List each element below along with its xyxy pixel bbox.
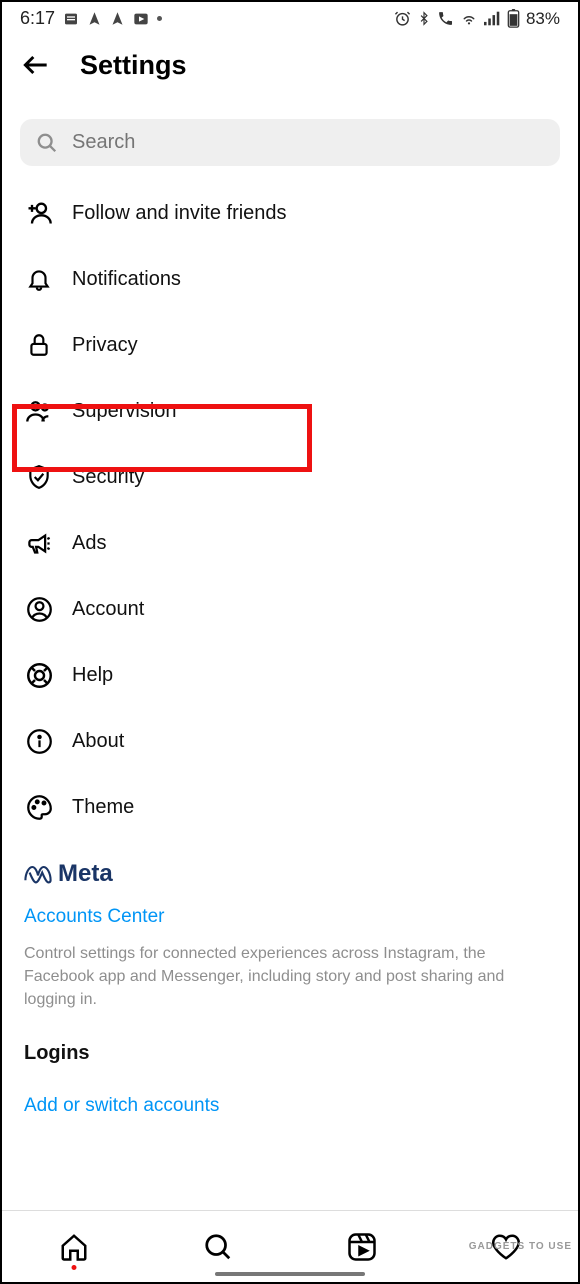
megaphone-icon [24, 528, 54, 558]
app-frame: { "status": { "time": "6:17", "battery":… [0, 0, 580, 1284]
settings-item-label: Help [72, 664, 113, 687]
nav-home-badge [72, 1265, 77, 1270]
settings-security[interactable]: Security [2, 444, 578, 510]
accounts-center-link[interactable]: Accounts Center [24, 906, 556, 928]
settings-item-label: Theme [72, 796, 134, 819]
settings-item-label: Ads [72, 532, 106, 555]
notif-overflow-dot [157, 16, 162, 21]
notif-icon-1 [63, 11, 79, 27]
meta-section: Meta Accounts Center Control settings fo… [2, 840, 578, 1012]
info-icon [24, 726, 54, 756]
settings-item-label: Privacy [72, 334, 138, 357]
settings-supervision[interactable]: Supervision [2, 378, 578, 444]
settings-item-label: Supervision [72, 400, 177, 423]
settings-about[interactable]: About [2, 708, 578, 774]
settings-privacy[interactable]: Privacy [2, 312, 578, 378]
palette-icon [24, 792, 54, 822]
settings-account[interactable]: Account [2, 576, 578, 642]
status-time: 6:17 [20, 8, 55, 29]
notif-icon-4 [133, 12, 149, 26]
settings-item-label: Account [72, 598, 144, 621]
settings-item-label: Notifications [72, 268, 181, 291]
search-bar[interactable] [20, 119, 560, 166]
search-icon [36, 132, 58, 154]
battery-icon [507, 9, 520, 28]
signal-icon [484, 11, 501, 26]
settings-notifications[interactable]: Notifications [2, 246, 578, 312]
settings-list: Follow and invite friends Notifications … [2, 180, 578, 840]
notif-icon-2 [87, 11, 102, 26]
settings-follow-invite[interactable]: Follow and invite friends [2, 180, 578, 246]
header: Settings [2, 31, 578, 91]
watermark: GADGETS TO USE [469, 1241, 572, 1252]
bluetooth-icon [417, 10, 431, 27]
logins-section: Logins Add or switch accounts [2, 1012, 578, 1117]
people-icon [24, 396, 54, 426]
status-right: 83% [394, 9, 560, 29]
notif-icon-3 [110, 11, 125, 26]
settings-theme[interactable]: Theme [2, 774, 578, 840]
help-icon [24, 660, 54, 690]
settings-item-label: Follow and invite friends [72, 202, 287, 225]
settings-item-label: Security [72, 466, 144, 489]
page-title: Settings [80, 50, 187, 81]
meta-description: Control settings for connected experienc… [24, 942, 556, 1012]
phone-icon [437, 10, 454, 27]
nav-home[interactable] [57, 1230, 91, 1264]
settings-help[interactable]: Help [2, 642, 578, 708]
battery-percent: 83% [526, 9, 560, 29]
alarm-icon [394, 10, 411, 27]
shield-icon [24, 462, 54, 492]
search-input[interactable] [72, 131, 544, 154]
wifi-icon [460, 11, 478, 26]
add-switch-accounts-link[interactable]: Add or switch accounts [24, 1095, 556, 1117]
settings-item-label: About [72, 730, 124, 753]
lock-icon [24, 330, 54, 360]
account-icon [24, 594, 54, 624]
meta-logo: Meta [24, 860, 556, 888]
nav-search[interactable] [201, 1230, 235, 1264]
status-left: 6:17 [20, 8, 162, 29]
follow-invite-icon [24, 198, 54, 228]
home-indicator [215, 1272, 365, 1276]
status-bar: 6:17 [2, 2, 578, 31]
nav-reels[interactable] [345, 1230, 379, 1264]
settings-ads[interactable]: Ads [2, 510, 578, 576]
back-button[interactable] [20, 49, 52, 81]
bell-icon [24, 264, 54, 294]
logins-title: Logins [24, 1042, 556, 1065]
meta-brand-text: Meta [58, 860, 113, 888]
